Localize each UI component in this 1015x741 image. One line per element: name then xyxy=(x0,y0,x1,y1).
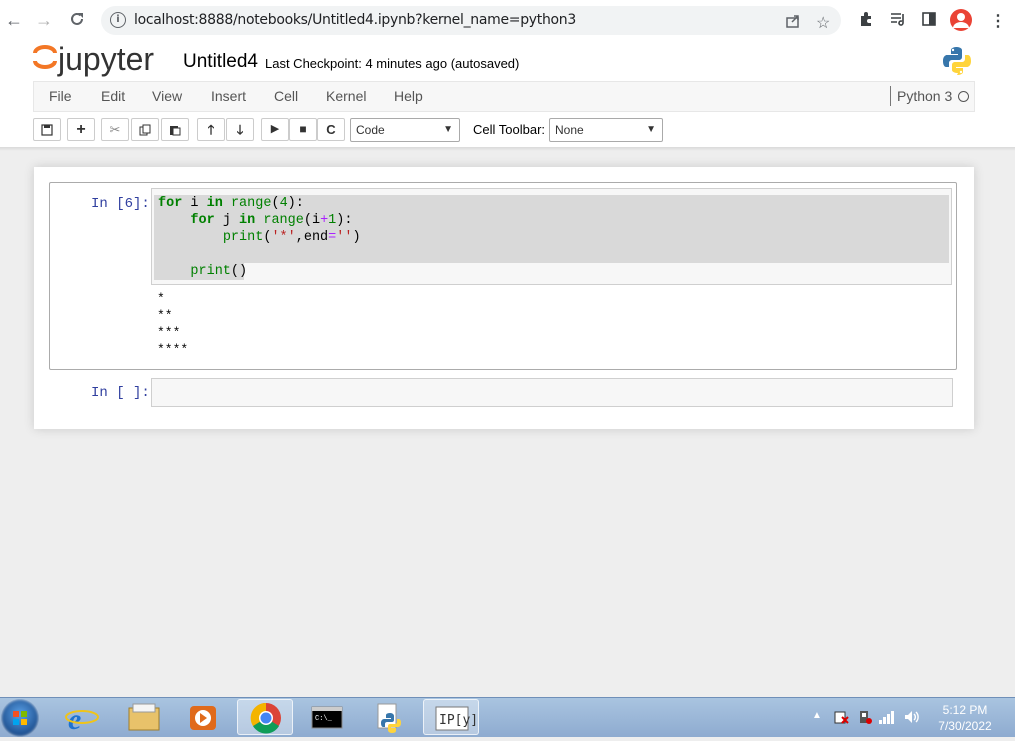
menu-kernel[interactable]: Kernel xyxy=(326,88,366,104)
svg-text:e: e xyxy=(68,703,81,735)
side-panel-icon[interactable] xyxy=(921,11,937,32)
output-line: *** xyxy=(157,325,181,340)
reading-list-icon[interactable] xyxy=(890,11,906,32)
media-player-icon[interactable] xyxy=(176,699,232,735)
cell-toolbar-label: Cell Toolbar: xyxy=(473,122,546,137)
clock-date[interactable]: 7/30/2022 xyxy=(933,719,997,733)
menu-view[interactable]: View xyxy=(152,88,182,104)
menu-insert[interactable]: Insert xyxy=(211,88,246,104)
code-editor[interactable]: for i in range(4): for j in range(i+1): … xyxy=(151,188,952,285)
command-prompt-icon[interactable]: C:\_ xyxy=(298,699,354,735)
copy-icon[interactable] xyxy=(131,118,159,141)
chevron-down-icon: ▼ xyxy=(443,124,453,135)
show-hidden-icons[interactable]: ▲ xyxy=(812,710,822,721)
url-text[interactable]: localhost:8888/notebooks/Untitled4.ipynb… xyxy=(134,12,576,28)
info-icon[interactable]: i xyxy=(110,12,126,28)
menubar: File Edit View Insert Cell Kernel Help P… xyxy=(33,81,975,112)
menu-cell[interactable]: Cell xyxy=(274,88,298,104)
ipython-icon[interactable]: IP[y]: xyxy=(423,699,486,735)
taskbar: e C:\_ IP[y]: ▲ 5:12 PM 7/30/2022 xyxy=(0,697,1015,737)
cell-toolbar-select[interactable]: None ▼ xyxy=(549,118,663,142)
jupyter-logo-icon[interactable] xyxy=(33,43,57,78)
forward-icon[interactable]: → xyxy=(34,10,54,30)
notebook-toolbar: + ✂ 🡑 🡓 ▶ ■ C Code ▼ Cell Toolbar: None … xyxy=(33,117,973,143)
chevron-down-icon: ▼ xyxy=(646,124,656,135)
move-down-icon[interactable]: 🡓 xyxy=(226,118,254,141)
svg-text:C:\_: C:\_ xyxy=(315,715,333,723)
chrome-icon[interactable] xyxy=(237,699,293,735)
cell-type-select[interactable]: Code ▼ xyxy=(350,118,460,142)
interrupt-icon[interactable]: ■ xyxy=(289,118,317,141)
restart-icon[interactable]: C xyxy=(317,118,345,141)
output-line: * xyxy=(157,291,165,306)
header-shadow xyxy=(0,147,1015,151)
code-editor[interactable] xyxy=(151,378,953,407)
back-icon[interactable]: ← xyxy=(4,10,24,30)
browser-toolbar: ← → i localhost:8888/notebooks/Untitled4… xyxy=(0,0,1015,42)
cell-toolbar-value: None xyxy=(555,123,584,137)
save-button[interactable] xyxy=(33,118,61,141)
kebab-menu-icon[interactable]: ⋮ xyxy=(990,11,1006,31)
python-logo-icon xyxy=(943,46,971,81)
internet-explorer-icon[interactable]: e xyxy=(54,699,110,736)
notebook-title[interactable]: Untitled4 xyxy=(183,51,258,73)
action-center-icon[interactable] xyxy=(833,709,849,730)
star-icon[interactable]: ☆ xyxy=(816,13,830,33)
volume-icon[interactable] xyxy=(903,709,921,730)
menu-edit[interactable]: Edit xyxy=(101,88,125,104)
profile-avatar[interactable] xyxy=(950,9,972,31)
input-prompt: In [ ]: xyxy=(91,385,150,401)
run-icon[interactable]: ▶ xyxy=(261,118,289,141)
code-line[interactable]: print() xyxy=(158,264,247,279)
python-icon[interactable] xyxy=(362,699,418,735)
menu-help[interactable]: Help xyxy=(394,88,423,104)
cut-icon[interactable]: ✂ xyxy=(101,118,129,141)
svg-text:IP[y]:: IP[y]: xyxy=(439,713,480,728)
share-icon[interactable] xyxy=(785,13,801,34)
usb-device-icon[interactable] xyxy=(856,709,872,730)
kernel-name[interactable]: Python 3 xyxy=(890,86,952,106)
reload-icon[interactable] xyxy=(67,10,87,30)
code-line[interactable]: for j in range(i+1): xyxy=(158,213,352,228)
code-line[interactable]: print('*',end='') xyxy=(158,230,361,245)
windows-start-button[interactable] xyxy=(1,699,39,737)
jupyter-logo-text[interactable]: jupyter xyxy=(58,41,154,78)
insert-cell-button[interactable]: + xyxy=(67,118,95,141)
checkpoint-status: Last Checkpoint: 4 minutes ago (autosave… xyxy=(265,56,520,71)
code-line[interactable]: for i in range(4): xyxy=(158,196,304,211)
output-line: **** xyxy=(157,342,189,357)
network-icon[interactable] xyxy=(878,709,896,730)
kernel-status-icon xyxy=(958,91,969,102)
code-cell[interactable]: In [6]: for i in range(4): for j in rang… xyxy=(49,182,957,370)
jupyter-header: jupyter Untitled4 Last Checkpoint: 4 min… xyxy=(0,41,1015,147)
address-bar[interactable]: i localhost:8888/notebooks/Untitled4.ipy… xyxy=(101,6,841,35)
output-line: ** xyxy=(157,308,173,323)
move-up-icon[interactable]: 🡑 xyxy=(197,118,225,141)
notebook-container: In [6]: for i in range(4): for j in rang… xyxy=(34,167,974,429)
clock-time[interactable]: 5:12 PM xyxy=(936,703,994,717)
cell-type-value: Code xyxy=(356,123,385,137)
file-explorer-icon[interactable] xyxy=(116,699,172,735)
menu-file[interactable]: File xyxy=(49,88,72,104)
extensions-icon[interactable] xyxy=(858,11,874,32)
input-prompt: In [6]: xyxy=(91,196,150,212)
paste-icon[interactable] xyxy=(161,118,189,141)
